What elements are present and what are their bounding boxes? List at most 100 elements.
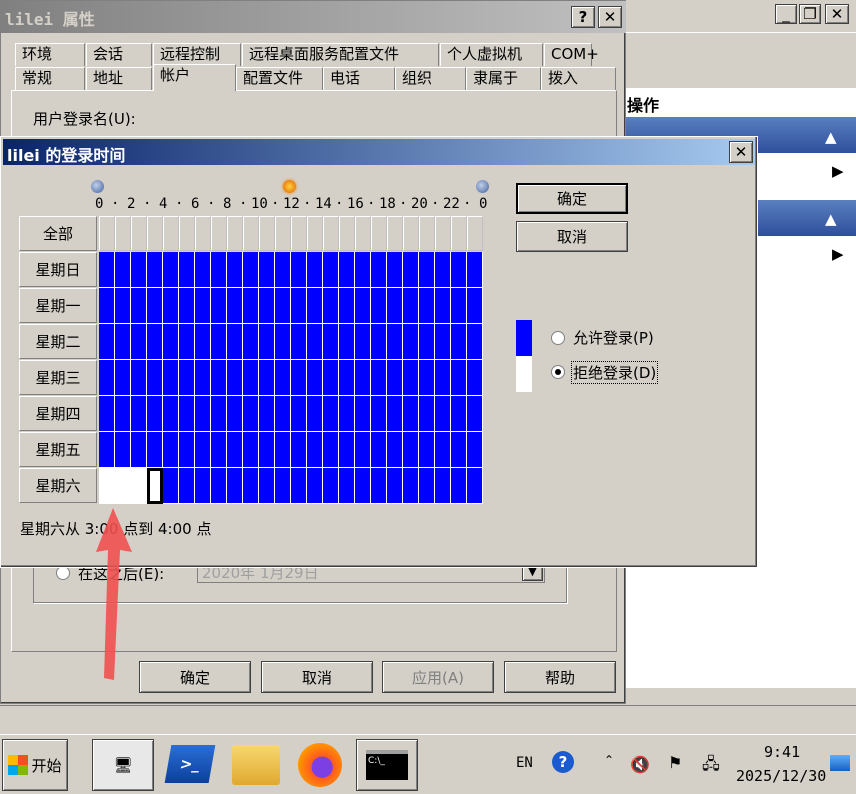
hour-cell[interactable]: [467, 396, 483, 432]
hour-cell[interactable]: [435, 396, 451, 432]
minimize-icon[interactable]: _: [775, 4, 797, 24]
hour-cell[interactable]: [243, 288, 259, 324]
hour-cell[interactable]: [451, 468, 467, 504]
hour-header-2[interactable]: [131, 216, 147, 251]
tab-row2-3[interactable]: 配置文件: [236, 67, 323, 90]
hour-cell[interactable]: [435, 288, 451, 324]
hour-header-0[interactable]: [99, 216, 115, 251]
start-button[interactable]: 开始: [2, 739, 68, 791]
tab-0[interactable]: 环境: [15, 43, 85, 66]
day-header-4[interactable]: 星期四: [19, 396, 97, 431]
hour-cell[interactable]: [403, 288, 419, 324]
hour-cell[interactable]: [211, 396, 227, 432]
hour-cell[interactable]: [355, 432, 371, 468]
hour-cell[interactable]: [451, 324, 467, 360]
hour-header-3[interactable]: [147, 216, 163, 251]
hour-cell[interactable]: [403, 432, 419, 468]
day-header-1[interactable]: 星期一: [19, 288, 97, 323]
help-button[interactable]: 帮助: [504, 661, 616, 693]
day-header-0[interactable]: 星期日: [19, 252, 97, 287]
hour-cell[interactable]: [195, 360, 211, 396]
hour-header-19[interactable]: [403, 216, 419, 251]
hour-header-11[interactable]: [275, 216, 291, 251]
hour-cell[interactable]: [387, 324, 403, 360]
hour-cell[interactable]: [163, 468, 179, 504]
hour-cell[interactable]: [163, 432, 179, 468]
hour-cell[interactable]: [227, 360, 243, 396]
hour-cell[interactable]: [467, 324, 483, 360]
help-icon[interactable]: ?: [552, 751, 574, 773]
deny-label[interactable]: 拒绝登录(D): [571, 361, 659, 384]
hour-cell[interactable]: [403, 252, 419, 288]
hour-cell[interactable]: [147, 360, 163, 396]
hour-cell[interactable]: [195, 252, 211, 288]
hour-cell[interactable]: [435, 324, 451, 360]
hour-cell[interactable]: [99, 396, 115, 432]
hour-cell[interactable]: [339, 288, 355, 324]
hour-cell[interactable]: [307, 360, 323, 396]
help-icon[interactable]: ?: [571, 6, 595, 28]
hour-cell[interactable]: [451, 252, 467, 288]
hour-cell[interactable]: [435, 432, 451, 468]
day-header-3[interactable]: 星期三: [19, 360, 97, 395]
lang-indicator[interactable]: EN: [516, 755, 533, 771]
dialog-ok-button[interactable]: 确定: [516, 183, 628, 214]
hour-cell[interactable]: [259, 432, 275, 468]
expand-arrow-icon[interactable]: ▶: [832, 162, 844, 180]
restore-icon[interactable]: ❐: [799, 4, 821, 24]
hour-cell[interactable]: [211, 468, 227, 504]
apply-button[interactable]: 应用(A): [382, 661, 494, 693]
hour-cell[interactable]: [291, 396, 307, 432]
hour-cell[interactable]: [451, 360, 467, 396]
hour-cell[interactable]: [371, 468, 387, 504]
hour-header-17[interactable]: [371, 216, 387, 251]
hour-cell[interactable]: [387, 288, 403, 324]
hour-cell[interactable]: [243, 432, 259, 468]
hour-cell[interactable]: [195, 396, 211, 432]
close-icon[interactable]: ✕: [598, 6, 622, 28]
action-center-flag-icon[interactable]: ⚑: [668, 753, 682, 772]
hour-cell[interactable]: [355, 360, 371, 396]
hour-cell[interactable]: [211, 360, 227, 396]
hour-cell[interactable]: [163, 324, 179, 360]
tab-3[interactable]: 远程桌面服务配置文件: [242, 43, 439, 66]
hour-cell[interactable]: [307, 252, 323, 288]
hour-cell[interactable]: [403, 396, 419, 432]
hour-cell[interactable]: [99, 432, 115, 468]
hour-cell[interactable]: [179, 324, 195, 360]
hour-cell[interactable]: [147, 288, 163, 324]
hour-cell[interactable]: [307, 432, 323, 468]
hour-cell[interactable]: [355, 324, 371, 360]
hour-cell[interactable]: [179, 468, 195, 504]
ok-button[interactable]: 确定: [139, 661, 251, 693]
hour-cell[interactable]: [339, 252, 355, 288]
hour-cell[interactable]: [227, 468, 243, 504]
hour-cell[interactable]: [371, 396, 387, 432]
hour-cell[interactable]: [419, 396, 435, 432]
hour-cell[interactable]: [275, 432, 291, 468]
hour-cell[interactable]: [147, 468, 163, 504]
hour-cell[interactable]: [275, 288, 291, 324]
hour-cell[interactable]: [211, 288, 227, 324]
hour-cell[interactable]: [387, 432, 403, 468]
select-all-button[interactable]: 全部: [19, 216, 97, 251]
hour-cell[interactable]: [419, 324, 435, 360]
hour-cell[interactable]: [211, 432, 227, 468]
hour-cell[interactable]: [323, 324, 339, 360]
hour-cell[interactable]: [243, 324, 259, 360]
hour-cell[interactable]: [307, 468, 323, 504]
hour-cell[interactable]: [275, 396, 291, 432]
hour-cell[interactable]: [403, 360, 419, 396]
hour-cell[interactable]: [131, 432, 147, 468]
hour-cell[interactable]: [115, 360, 131, 396]
hour-header-16[interactable]: [355, 216, 371, 251]
hour-cell[interactable]: [323, 252, 339, 288]
hour-header-15[interactable]: [339, 216, 355, 251]
hour-cell[interactable]: [307, 288, 323, 324]
hour-cell[interactable]: [467, 432, 483, 468]
hour-header-14[interactable]: [323, 216, 339, 251]
hour-cell[interactable]: [227, 432, 243, 468]
tab-row2-5[interactable]: 组织: [395, 67, 466, 90]
hour-cell[interactable]: [243, 252, 259, 288]
tab-row2-2[interactable]: 帐户: [153, 64, 236, 91]
